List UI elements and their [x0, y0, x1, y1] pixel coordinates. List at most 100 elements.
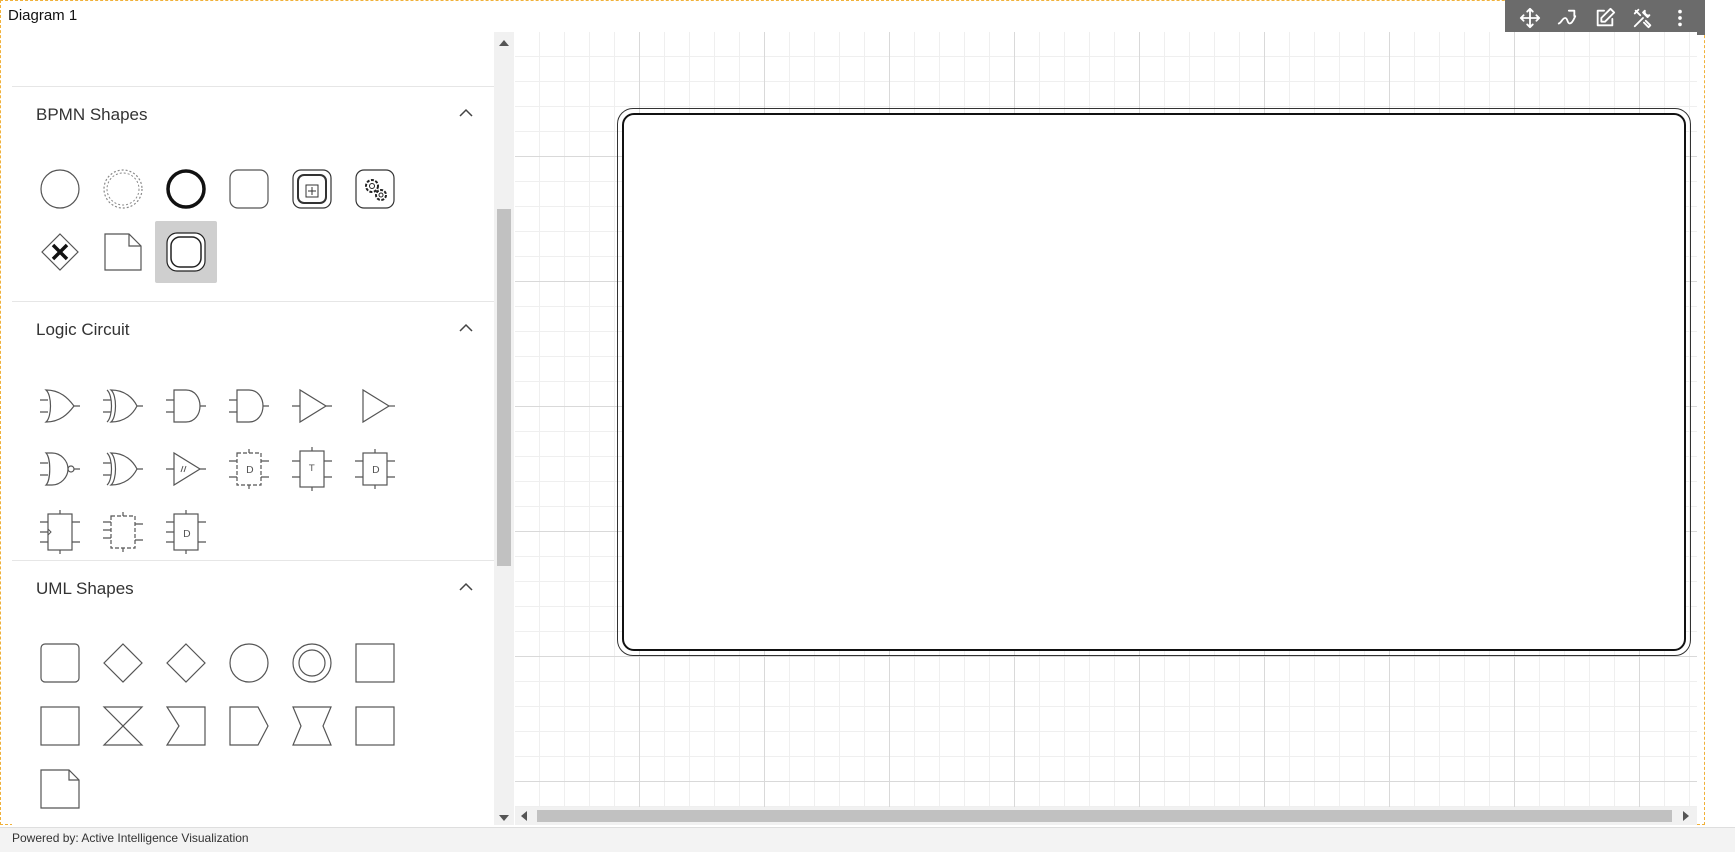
logic-counter[interactable]: D — [155, 501, 217, 563]
logic-or-gate[interactable] — [29, 375, 91, 437]
logic-multiplexer[interactable] — [92, 501, 154, 563]
or-gate-icon — [40, 389, 80, 423]
powered-by-text: Powered by: Active Intelligence Visualiz… — [12, 831, 249, 845]
logic-xnor-gate[interactable] — [92, 438, 154, 500]
square-icon — [355, 643, 395, 683]
section-title-bpmn: BPMN Shapes — [36, 105, 148, 124]
section-header-logic[interactable]: Logic Circuit — [12, 301, 494, 353]
receive-signal-icon — [292, 706, 332, 746]
uml-note[interactable] — [29, 758, 91, 820]
section-header-uml[interactable]: UML Shapes — [12, 560, 494, 612]
transaction-icon — [166, 232, 206, 272]
logic-t-flip-flop[interactable]: T — [281, 438, 343, 500]
transaction-node[interactable] — [617, 108, 1691, 656]
more-button[interactable] — [1665, 3, 1695, 33]
circle-event-icon — [40, 169, 80, 209]
logic-not-gate[interactable] — [344, 375, 406, 437]
uml-final-node[interactable] — [281, 632, 343, 694]
chevron-up-icon[interactable] — [458, 579, 474, 595]
uml-object-node[interactable] — [344, 632, 406, 694]
thick-circle-event-icon — [166, 169, 206, 209]
scroll-down-icon[interactable] — [499, 815, 509, 821]
nor-gate-icon — [40, 452, 80, 486]
uml-partition[interactable] — [29, 695, 91, 757]
flip-flop-icon — [103, 512, 143, 552]
palette-scroll-thumb[interactable] — [497, 209, 511, 566]
circle-icon — [229, 643, 269, 683]
and-gate-icon — [166, 389, 206, 423]
connector-button[interactable] — [1552, 3, 1582, 33]
bpmn-gateway[interactable] — [29, 221, 91, 283]
bpmn-start-event[interactable] — [29, 158, 91, 220]
buffer-icon — [292, 388, 332, 424]
connector-icon — [1558, 9, 1577, 24]
uml-frame[interactable] — [344, 695, 406, 757]
uml-action[interactable] — [29, 632, 91, 694]
flip-flop-icon: D — [229, 449, 269, 489]
double-circle-icon — [292, 643, 332, 683]
uml-initial-node[interactable] — [218, 632, 280, 694]
flip-flop-icon — [40, 510, 80, 554]
logic-nor-gate[interactable] — [29, 438, 91, 500]
bpmn-data-object[interactable] — [92, 221, 154, 283]
edit-icon — [1596, 7, 1616, 26]
diagram-app: Diagram 1 BPMN Shapes Logic Circuit D T … — [0, 0, 1735, 852]
bpmn-service-task[interactable] — [344, 158, 406, 220]
schmitt-trigger-icon — [166, 451, 206, 487]
scroll-up-icon[interactable] — [499, 40, 509, 46]
diamond-icon — [103, 643, 143, 683]
bpmn-transaction[interactable] — [155, 221, 217, 283]
svg-text:T: T — [308, 464, 315, 474]
logic-buffer[interactable] — [281, 375, 343, 437]
diagram-title: Diagram 1 — [8, 7, 78, 24]
logic-d-flip-flop[interactable]: D — [218, 438, 280, 500]
uml-accept-event[interactable] — [155, 695, 217, 757]
chevron-up-icon[interactable] — [458, 105, 474, 121]
bpmn-intermediate-event[interactable] — [92, 158, 154, 220]
logic-jk-flip-flop[interactable]: D — [344, 438, 406, 500]
svg-text:D: D — [183, 529, 191, 540]
uml-decision[interactable] — [92, 632, 154, 694]
logic-schmitt-trigger[interactable] — [155, 438, 217, 500]
canvas-horizontal-scrollbar[interactable] — [515, 807, 1697, 825]
transaction-node-inner — [622, 113, 1686, 651]
edit-button[interactable] — [1590, 3, 1620, 33]
rounded-task-icon — [229, 169, 269, 209]
bpmn-end-event[interactable] — [155, 158, 217, 220]
symbol-palette: BPMN Shapes Logic Circuit D T D D UML Sh… — [12, 32, 494, 825]
scroll-left-icon[interactable] — [521, 811, 527, 821]
uml-merge[interactable] — [155, 632, 217, 694]
tools-button[interactable] — [1628, 3, 1658, 33]
more-icon — [1678, 9, 1683, 26]
hourglass-icon — [102, 706, 144, 746]
palette-scrollbar[interactable] — [494, 32, 514, 825]
xor-gate-icon — [103, 389, 143, 423]
diamond-icon — [166, 643, 206, 683]
bpmn-subprocess[interactable] — [281, 158, 343, 220]
section-title-logic: Logic Circuit — [36, 320, 130, 339]
send-signal-icon — [229, 706, 269, 746]
square-icon — [40, 706, 80, 746]
xnor-gate-icon — [103, 452, 143, 486]
svg-text:D: D — [246, 465, 254, 476]
logic-sr-flip-flop[interactable] — [29, 501, 91, 563]
section-header-bpmn[interactable]: BPMN Shapes — [12, 86, 494, 138]
gear-icon — [355, 169, 395, 209]
nand-gate-icon — [229, 389, 269, 423]
move-button[interactable] — [1515, 3, 1545, 33]
uml-receive-signal[interactable] — [281, 695, 343, 757]
uml-send-signal[interactable] — [218, 695, 280, 757]
tools-icon — [1633, 8, 1651, 28]
logic-xor-gate[interactable] — [92, 375, 154, 437]
bpmn-task[interactable] — [218, 158, 280, 220]
accept-event-icon — [165, 706, 206, 746]
canvas-scroll-thumb[interactable] — [537, 810, 1672, 822]
flip-flop-icon: D — [166, 510, 206, 554]
floating-toolbar — [1505, 0, 1705, 35]
scroll-right-icon[interactable] — [1683, 811, 1689, 821]
chevron-up-icon[interactable] — [458, 320, 474, 336]
logic-nand-gate[interactable] — [218, 375, 280, 437]
logic-and-gate[interactable] — [155, 375, 217, 437]
uml-time-event[interactable] — [92, 695, 154, 757]
rounded-rect-icon — [40, 643, 80, 683]
